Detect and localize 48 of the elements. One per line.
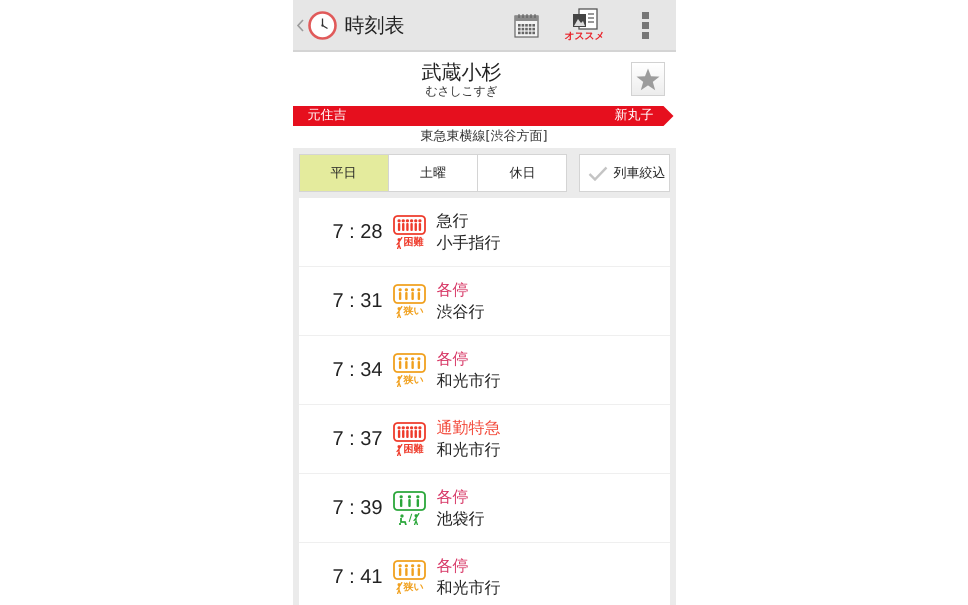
standing-person-icon (396, 582, 402, 594)
crowding-label: 狭い (404, 582, 424, 594)
seated-person-icon (398, 514, 408, 524)
crowding-label: 狭い (404, 375, 424, 387)
crowding-label: 狭い (404, 306, 424, 318)
destination: 和光市行 (436, 439, 500, 461)
crowding-label: 困難 (404, 237, 424, 249)
crowding-label: / (408, 513, 412, 525)
standing-person-icon (396, 444, 402, 456)
favorite-button[interactable] (630, 62, 664, 96)
standing-person-icon (413, 513, 420, 525)
day-tab[interactable]: 平日 (298, 154, 389, 192)
train-type: 各停 (436, 486, 468, 508)
train-type: 各停 (436, 348, 468, 370)
previous-station[interactable]: 元住吉 (308, 108, 346, 124)
departure-time: 7 : 39 (332, 496, 382, 520)
station-reading: むさしこすぎ (426, 84, 498, 98)
day-tab[interactable]: 休日 (477, 154, 568, 192)
train-type: 各停 (436, 279, 468, 301)
line-name: 東急東横線[渋谷方面] (420, 129, 548, 145)
standing-person-icon (396, 237, 402, 249)
day-tab[interactable]: 土曜 (388, 154, 478, 192)
departure-time: 7 : 31 (332, 289, 382, 313)
train-type: 各停 (436, 555, 468, 577)
picture-document-icon (572, 8, 598, 30)
standing-person-icon (396, 306, 402, 318)
destination: 和光市行 (436, 370, 500, 392)
crowding-label: 困難 (404, 444, 424, 456)
train-type: 急行 (436, 210, 468, 232)
train-filter-button[interactable]: 列車絞込 (578, 154, 670, 192)
departure-time: 7 : 41 (332, 565, 382, 589)
standing-person-icon (396, 375, 402, 387)
next-station[interactable]: 新丸子 (614, 108, 654, 124)
recommend-button[interactable]: オススメ (562, 2, 606, 48)
train-type: 通勤特急 (436, 417, 500, 439)
destination: 小手指行 (436, 232, 500, 254)
destination: 渋谷行 (436, 301, 484, 323)
app-title: 時刻表 (344, 13, 404, 37)
station-name: 武蔵小杉 (422, 60, 502, 84)
menu-icon (642, 12, 649, 38)
back-chevron-icon[interactable] (296, 18, 304, 32)
destination: 池袋行 (436, 508, 484, 530)
departure-time: 7 : 34 (332, 358, 382, 382)
departure-time: 7 : 37 (332, 427, 382, 451)
calendar-icon (514, 12, 539, 38)
clock-icon (308, 10, 336, 40)
destination: 和光市行 (436, 577, 500, 599)
departure-time: 7 : 28 (332, 220, 382, 244)
